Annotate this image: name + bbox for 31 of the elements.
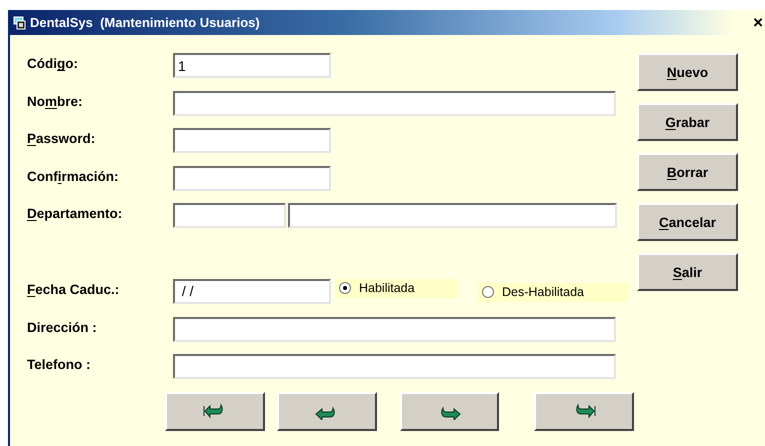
field-label: Nombre:	[27, 92, 84, 109]
action-button[interactable]: Cancelar	[637, 203, 738, 241]
field-label: Telefono :	[27, 356, 92, 372]
radio-option[interactable]: Habilitada	[335, 278, 458, 298]
field-label: Código:	[27, 55, 79, 71]
field-label: Dirección :	[27, 318, 98, 335]
input-field[interactable]	[288, 203, 617, 228]
input-field[interactable]: 1	[173, 53, 331, 78]
action-button[interactable]: Salir	[637, 253, 738, 291]
input-field[interactable]	[173, 354, 616, 380]
action-button[interactable]: Grabar	[637, 103, 738, 141]
input-field[interactable]	[173, 316, 616, 342]
nav-button[interactable]	[534, 392, 634, 431]
field-label: Confirmación:	[27, 168, 120, 184]
nav-button[interactable]	[400, 392, 500, 431]
field-label: Departamento:	[27, 205, 124, 222]
nav-button[interactable]	[276, 392, 376, 431]
input-field[interactable]	[173, 203, 286, 228]
window-icon	[13, 16, 27, 30]
input-field[interactable]	[173, 128, 331, 154]
nav-button[interactable]	[165, 392, 265, 431]
field-label: Fecha Caduc.:	[27, 280, 120, 297]
window-title: DentalSys (Mantenimiento Usuarios)	[30, 15, 260, 30]
action-button[interactable]: Borrar	[637, 153, 738, 191]
input-field[interactable]: / /	[173, 278, 331, 304]
action-button[interactable]: Nuevo	[637, 53, 738, 91]
field-label: Password:	[27, 130, 96, 146]
input-field[interactable]	[173, 90, 616, 116]
close-button[interactable]: ×	[753, 14, 763, 31]
radio-option[interactable]: Des-Habilitada	[478, 282, 628, 302]
input-field[interactable]	[173, 166, 331, 191]
